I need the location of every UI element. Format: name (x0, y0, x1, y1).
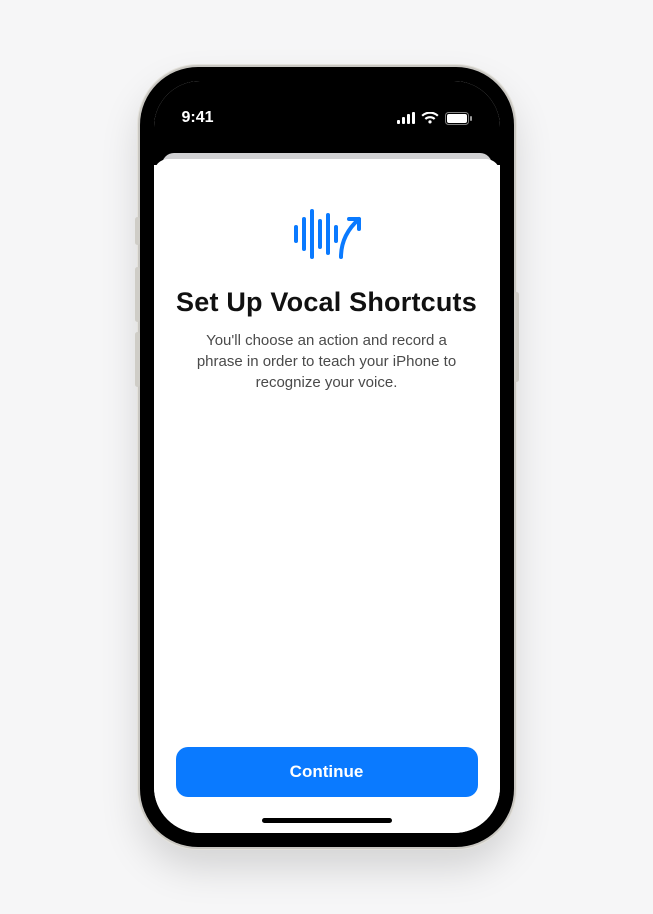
dynamic-island (272, 97, 382, 129)
hero-section: Set Up Vocal Shortcuts You'll choose an … (176, 187, 478, 393)
wifi-icon (421, 112, 439, 124)
battery-icon (445, 112, 472, 125)
home-indicator[interactable] (262, 818, 392, 823)
spacer (176, 393, 478, 747)
mute-switch (135, 217, 140, 245)
status-time: 9:41 (182, 109, 214, 127)
cellular-signal-icon (397, 112, 415, 124)
setup-sheet: Set Up Vocal Shortcuts You'll choose an … (154, 159, 500, 833)
iphone-device-frame: 9:41 (140, 67, 514, 847)
status-indicators (397, 112, 472, 125)
screen: 9:41 (154, 81, 500, 833)
volume-up-button (135, 267, 140, 322)
page-subtitle: You'll choose an action and record a phr… (184, 330, 470, 393)
vocal-shortcuts-icon (291, 205, 363, 268)
continue-button[interactable]: Continue (176, 747, 478, 797)
volume-down-button (135, 332, 140, 387)
page-title: Set Up Vocal Shortcuts (176, 286, 477, 318)
side-button (514, 292, 519, 382)
